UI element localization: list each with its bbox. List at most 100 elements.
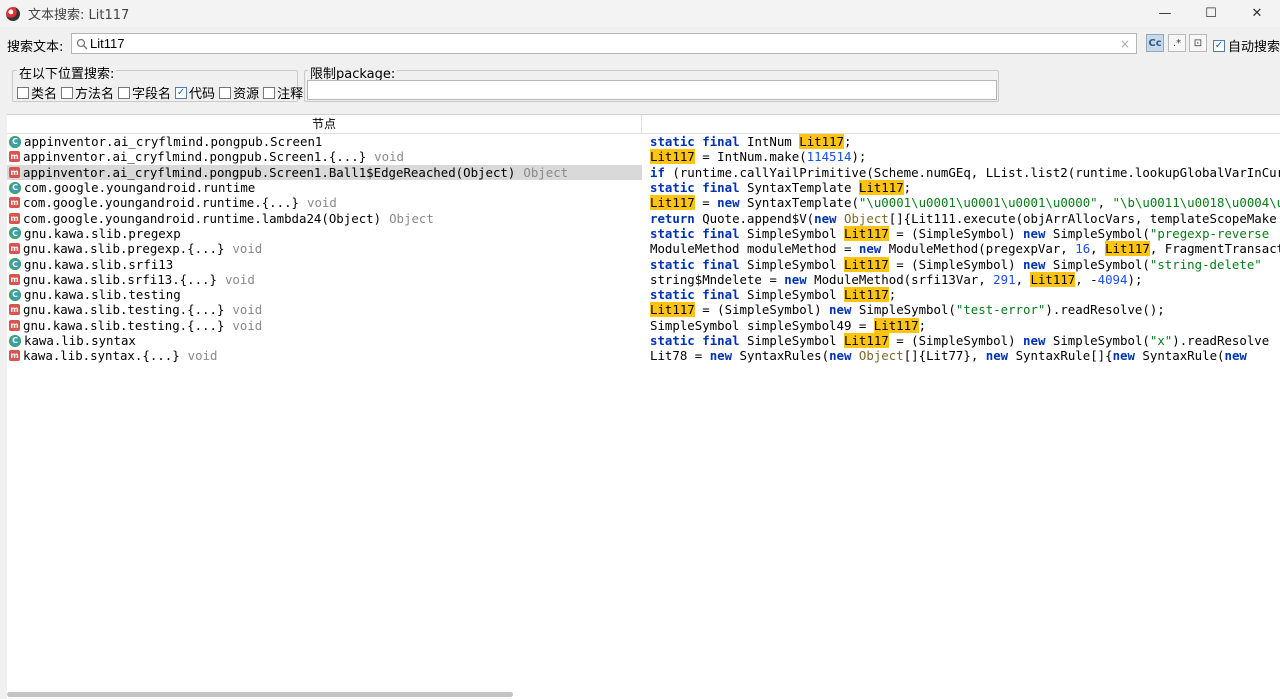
table-row[interactable]: m gnu.kawa.slib.srfi13.{...} void string$Mn… (7, 271, 1280, 287)
scope-options: 类名 方法名 字段名 ✓ 代码 资源 注释 (17, 83, 307, 102)
scope-checkbox[interactable] (118, 86, 131, 99)
node-return-type: void (374, 149, 404, 165)
scope-checkbox[interactable]: ✓ (175, 86, 188, 99)
column-header-code[interactable] (642, 115, 1280, 134)
package-input[interactable] (307, 80, 997, 100)
node-name: com.google.youngandroid.runtime.lambda24… (23, 210, 382, 226)
scope-option[interactable]: ✓ 代码 (175, 83, 215, 102)
table-row[interactable]: Cgnu.kawa.slib.testing static final Simpl… (7, 287, 1280, 303)
class-icon: C (9, 227, 21, 240)
code-cell[interactable]: static final SimpleSymbol Lit117 = (Simp… (650, 256, 1280, 272)
code-token: "pregexp-reverse (1149, 225, 1270, 241)
node-cell[interactable]: Cappinventor.ai_cryflmind.pongpub.Screen… (7, 134, 642, 149)
code-cell[interactable]: Lit117 = (SimpleSymbol) new SimpleSymbol… (650, 302, 1280, 318)
auto-search-checkbox[interactable]: ✓ (1213, 39, 1225, 52)
code-cell[interactable]: static final SyntaxTemplate Lit117; (650, 180, 1280, 196)
scope-option[interactable]: 方法名 (61, 83, 114, 102)
code-token: new (858, 241, 882, 257)
code-cell[interactable]: static final SimpleSymbol Lit117 = (Simp… (650, 225, 1280, 241)
code-cell[interactable]: static final SimpleSymbol Lit117; (650, 287, 1280, 303)
table-row[interactable]: m appinventor.ai_cryflmind.pongpub.Screen… (7, 149, 1280, 165)
code-token: ModuleMethod(pregexpVar, (881, 241, 1076, 257)
method-icon: m (9, 319, 20, 331)
node-name: appinventor.ai_cryflmind.pongpub.Screen1… (23, 164, 516, 180)
code-token: final (702, 333, 740, 348)
code-cell[interactable]: static final SimpleSymbol Lit117 = (Simp… (650, 333, 1280, 348)
regex-button[interactable]: .* (1168, 34, 1186, 52)
whole-word-button[interactable]: ⊡ (1189, 34, 1207, 52)
node-cell[interactable]: m gnu.kawa.slib.testing.{...} void (7, 318, 642, 333)
code-token: []{Lit111.execute(objArrAllocVars, templ… (888, 210, 1277, 226)
horizontal-scrollbar[interactable] (7, 692, 513, 697)
code-cell[interactable]: Lit117 = IntNum.make(114514); (650, 149, 1280, 165)
results-table: 节点 Cappinventor.ai_cryflmind.pongpub.Scr… (7, 114, 1280, 699)
node-cell[interactable]: m com.google.youngandroid.runtime.{...} vo… (7, 195, 642, 210)
search-label: 搜索文本: (7, 40, 64, 55)
table-row[interactable]: Cappinventor.ai_cryflmind.pongpub.Screen… (7, 134, 1280, 150)
node-cell[interactable]: Cgnu.kawa.slib.pregexp (7, 226, 642, 241)
table-row[interactable]: m kawa.lib.syntax.{...} void Lit78 = new Sy… (7, 348, 1280, 363)
node-cell[interactable]: m appinventor.ai_cryflmind.pongpub.Screen… (7, 149, 642, 164)
clear-icon[interactable]: × (1117, 37, 1133, 51)
scope-checkbox[interactable] (263, 86, 276, 99)
node-cell[interactable]: m kawa.lib.syntax.{...} void (7, 348, 642, 363)
close-button[interactable]: ✕ (1234, 0, 1280, 27)
minimize-button[interactable]: — (1142, 0, 1188, 27)
table-row[interactable]: m gnu.kawa.slib.pregexp.{...} void ModuleMe… (7, 241, 1280, 257)
table-row[interactable]: m com.google.youngandroid.runtime.lambda2… (7, 210, 1280, 226)
code-token: "test-error" (955, 302, 1046, 318)
scope-option[interactable]: 注释 (263, 83, 303, 102)
node-cell[interactable]: Ccom.google.youngandroid.runtime (7, 180, 642, 195)
node-cell[interactable]: m gnu.kawa.slib.pregexp.{...} void (7, 241, 642, 256)
node-cell[interactable]: m gnu.kawa.slib.srfi13.{...} void (7, 272, 642, 287)
node-name: com.google.youngandroid.runtime (24, 180, 256, 196)
node-cell[interactable]: m com.google.youngandroid.runtime.lambda2… (7, 210, 642, 226)
table-row[interactable]: m gnu.kawa.slib.testing.{...} void Lit117 =… (7, 302, 1280, 318)
scope-option-label: 类名 (31, 87, 58, 102)
code-token: ; (918, 317, 927, 333)
node-cell[interactable]: m gnu.kawa.slib.testing.{...} void (7, 302, 642, 317)
code-cell[interactable]: return Quote.append$V(new Object []{Lit11… (650, 210, 1280, 226)
code-token: Object (858, 348, 904, 364)
title-bar: 文本搜索: Lit117 — ☐ ✕ (0, 0, 1280, 27)
table-row[interactable]: Ckawa.lib.syntax static final SimpleSymbo… (7, 333, 1280, 348)
table-row[interactable]: Cgnu.kawa.slib.pregexp static final Simpl… (7, 225, 1280, 241)
code-cell[interactable]: if (runtime.callYailPrimitive(Scheme.num… (650, 165, 1280, 180)
node-return-type: void (232, 302, 263, 318)
table-row[interactable]: m gnu.kawa.slib.testing.{...} void SimpleSy… (7, 317, 1280, 333)
column-header-node[interactable]: 节点 (7, 115, 642, 134)
search-input[interactable] (90, 34, 1117, 53)
auto-search-option[interactable]: ✓ 自动搜索 (1213, 36, 1280, 55)
search-box[interactable]: × (71, 33, 1137, 54)
scope-option[interactable]: 资源 (219, 83, 259, 102)
code-cell[interactable]: Lit78 = new SyntaxRules(new Object []{Lit… (650, 348, 1280, 363)
node-cell[interactable]: Cgnu.kawa.slib.testing (7, 287, 642, 302)
code-cell[interactable]: ModuleMethod moduleMethod = new ModuleMe… (650, 241, 1280, 257)
node-name: gnu.kawa.slib.testing.{...} (23, 317, 225, 333)
code-token: SimpleSymbol (739, 256, 844, 272)
code-token: ; (903, 180, 912, 196)
scope-option[interactable]: 字段名 (118, 83, 171, 102)
code-cell[interactable]: Lit117 = new SyntaxTemplate("\u0001\u000… (650, 195, 1280, 211)
node-name: com.google.youngandroid.runtime.{...} (23, 195, 300, 211)
node-cell[interactable]: Cgnu.kawa.slib.srfi13 (7, 256, 642, 272)
match-highlight: Lit117 (650, 302, 695, 318)
code-token: 4094 (1097, 271, 1128, 287)
scope-checkbox[interactable] (17, 86, 29, 99)
maximize-button[interactable]: ☐ (1188, 0, 1234, 27)
table-row[interactable]: Ccom.google.youngandroid.runtime static f… (7, 180, 1280, 196)
table-row[interactable]: m appinventor.ai_cryflmind.pongpub.Screen… (7, 164, 1280, 180)
code-cell[interactable]: string$Mndelete = new ModuleMethod(srfi1… (650, 271, 1280, 287)
table-row[interactable]: Cgnu.kawa.slib.srfi13 static final Simple… (7, 256, 1280, 272)
node-cell[interactable]: Ckawa.lib.syntax (7, 333, 642, 348)
node-cell[interactable]: m appinventor.ai_cryflmind.pongpub.Screen… (7, 164, 642, 180)
case-sensitive-button[interactable]: Cc (1146, 34, 1164, 52)
code-cell[interactable]: static final IntNum Lit117; (650, 134, 1280, 150)
table-row[interactable]: m com.google.youngandroid.runtime.{...} vo… (7, 195, 1280, 211)
scope-checkbox[interactable] (219, 86, 232, 99)
scope-checkbox[interactable] (61, 86, 74, 99)
scope-option[interactable]: 类名 (17, 83, 57, 102)
node-name: gnu.kawa.slib.srfi13 (24, 256, 174, 272)
code-cell[interactable]: SimpleSymbol simpleSymbol49 = Lit117; (650, 317, 1280, 333)
